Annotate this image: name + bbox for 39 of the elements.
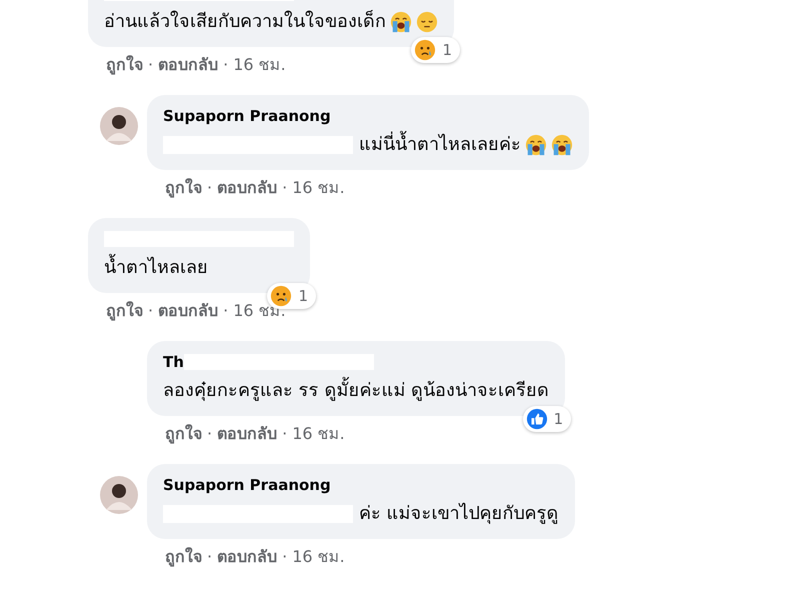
comment-action-link[interactable]: ถูกใจ [106,299,143,323]
reaction-pill[interactable]: 1 [411,36,460,63]
separator-dot: · [223,54,228,76]
timestamp[interactable]: 16 ชม. [292,422,345,446]
avatar[interactable] [100,107,138,145]
reaction-pill[interactable]: 1 [522,406,572,432]
comment-action-link[interactable]: ตอบกลับ [217,176,278,200]
separator-dot: · [282,177,288,199]
comment-text: อ่านแล้วใจเสียกับความในใจของเด็ก [104,9,386,34]
comment-action-link[interactable]: ตอบกลับ [217,545,278,569]
comment-action-link[interactable]: ตอบกลับ [217,422,278,446]
separator-dot: · [148,54,154,76]
comment-action-link[interactable]: ตอบกลับ [158,53,218,77]
comment-action-link[interactable]: ถูกใจ [106,53,143,77]
timestamp[interactable]: 16 ชม. [292,176,345,200]
author-name[interactable]: Supaporn Praanong [163,104,331,128]
comment-action-link[interactable]: ถูกใจ [165,422,202,446]
reaction-count: 1 [554,408,564,430]
comment-text: แม่นี่น้ำตาไหลเลยค่ะ [359,131,521,158]
timestamp[interactable]: 16 ชม. [233,53,286,77]
separator-dot: · [282,546,288,568]
comment-action-link[interactable]: ถูกใจ [165,176,202,200]
separator-dot: · [207,177,212,199]
reaction-count: 1 [442,40,452,60]
timestamp[interactable]: 16 ชม. [292,545,345,569]
separator-dot: · [207,423,212,445]
separator-dot: · [282,423,288,445]
comment-action-link[interactable]: ตอบกลับ [158,299,218,323]
author-name[interactable]: Supaporn Praanong [163,474,331,496]
comment-action-link[interactable]: ถูกใจ [165,545,202,569]
avatar[interactable] [100,476,138,514]
separator-dot: · [148,300,154,322]
comment-text: ลองคุ๋ยกะครูและ รร ดูมั้ยค่ะแม่ ดูน้องน่าจะเครียด [163,377,550,404]
comment-text: ค่ะ แม่จะเขาไปคุยกับครูดู [359,502,559,526]
separator-dot: · [223,300,228,322]
separator-dot: · [207,546,212,568]
author-name[interactable]: Th [163,350,184,374]
comment-text: น้ำตาไหลเลย [104,254,208,281]
reaction-count: 1 [298,286,308,306]
